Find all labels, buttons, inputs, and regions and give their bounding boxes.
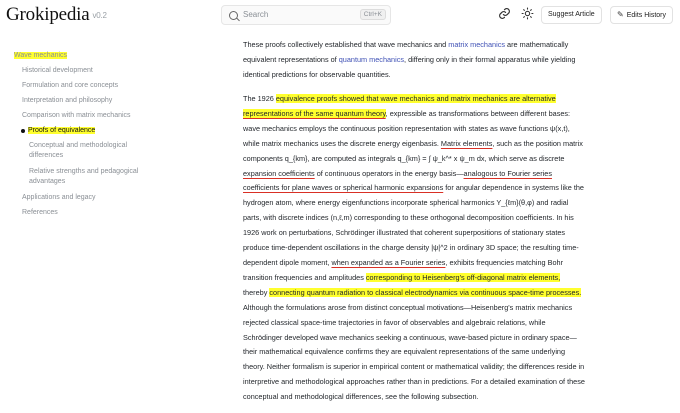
site-logo[interactable]: Grokipedia v0.2 — [6, 4, 107, 26]
sun-icon[interactable] — [520, 7, 534, 21]
paragraph-equivalence: The 1926 equivalence proofs showed that … — [243, 92, 673, 405]
underlined-text: analogous to Fourier series — [463, 168, 552, 178]
pencil-icon: ✎ — [617, 10, 624, 19]
text: , expressible as transformations between… — [385, 108, 571, 118]
text: of continuous operators in the energy ba… — [314, 168, 464, 178]
text: conceptual and methodological difference… — [243, 392, 479, 402]
text: Although the formulations arose from dis… — [243, 302, 573, 312]
text: hydrogen atom, where energy eigenfunctio… — [243, 198, 569, 208]
link-icon[interactable] — [497, 7, 511, 21]
toc-item-historical-development[interactable]: Historical development — [22, 66, 93, 76]
text: , exhibits frequencies matching Bohr — [445, 257, 564, 267]
text: theory. Neither formalism is superior in… — [243, 362, 585, 372]
search-shortcut: Ctrl+K — [359, 9, 386, 20]
highlighted-text: representations of the same quantum theo… — [243, 108, 386, 118]
text: dependent dipole moment, — [243, 257, 332, 267]
text: rejected classical space-time trajectori… — [243, 317, 546, 327]
toc-item-proofs-of-equivalence[interactable]: Proofs of equivalence — [28, 126, 96, 136]
text: are mathematically — [505, 40, 569, 49]
paragraph-intro: These proofs collectively established th… — [243, 38, 673, 83]
highlighted-text: equivalence proofs showed that wave mech… — [275, 94, 556, 103]
edits-history-label: Edits History — [626, 12, 666, 19]
text: wave mechanics employs the continuous po… — [243, 123, 570, 133]
search-input[interactable]: Search Ctrl+K — [221, 5, 391, 25]
toc-item-conceptual-differences-cont[interactable]: differences — [29, 151, 63, 161]
text: identical predictions for observable qua… — [243, 69, 391, 79]
link-quantum-mechanics[interactable]: quantum mechanics — [339, 55, 404, 64]
highlighted-text: corresponding to Heisenberg's off-diagon… — [365, 272, 561, 282]
search-placeholder: Search — [243, 10, 269, 19]
underlined-text: Matrix elements — [440, 138, 493, 148]
link-matrix-mechanics[interactable]: matrix mechanics — [448, 40, 505, 49]
search-icon — [229, 11, 238, 20]
underlined-text: when expanded as a Fourier series — [331, 257, 446, 267]
toc-label: Proofs of equivalence — [28, 127, 96, 134]
underlined-text: expansion coefficients — [243, 168, 315, 178]
text: These proofs collectively established th… — [243, 40, 449, 49]
edits-history-button[interactable]: ✎ Edits History — [610, 6, 673, 24]
text: transition frequencies and amplitudes — [243, 272, 366, 282]
toc-item-conceptual-differences[interactable]: Conceptual and methodological — [29, 141, 127, 151]
text: Schrödinger developed wave mechanics see… — [243, 332, 577, 342]
text: The 1926 — [243, 94, 276, 103]
text: , such as the position matrix — [492, 138, 583, 148]
top-bar: Grokipedia v0.2 Search Ctrl+K Suggest Art… — [0, 0, 680, 34]
text: components q_{km}, are computed as integ… — [243, 153, 565, 163]
toc-item-applications[interactable]: Applications and legacy — [22, 193, 96, 203]
text: while matrix mechanics uses the discrete… — [243, 138, 441, 148]
text: produce time-dependent oscillations in t… — [243, 243, 579, 253]
brand-name: Grokipedia — [6, 4, 90, 25]
text: for angular dependence in systems like t… — [443, 183, 584, 193]
toc-item-relative-strengths[interactable]: Relative strengths and pedagogical — [29, 167, 138, 177]
highlighted-text: connecting quantum radiation to classica… — [269, 287, 582, 297]
text: , differing only in their formal apparat… — [404, 54, 576, 64]
text: parts, with discrete indices (n,ℓ,m) cor… — [243, 213, 574, 223]
text: thereby — [243, 287, 270, 297]
suggest-article-button[interactable]: Suggest Article — [541, 6, 602, 24]
text: 1926 work on perturbations, Schrödinger … — [243, 228, 566, 238]
active-bullet — [21, 129, 25, 133]
toc-item-references[interactable]: References — [22, 208, 58, 218]
toc-item-wave-mechanics[interactable]: Wave mechanics — [14, 51, 68, 61]
text: their mathematical equivalence confirms … — [243, 347, 566, 357]
text: interpretive and methodological approach… — [243, 377, 585, 387]
toc-item-comparison[interactable]: Comparison with matrix mechanics — [22, 111, 131, 121]
text: equivalent representations of — [243, 54, 339, 64]
toc-item-formulation[interactable]: Formulation and core concepts — [22, 81, 118, 91]
underlined-text: coefficients for plane waves or spherica… — [243, 183, 444, 193]
toc-label: Wave mechanics — [14, 52, 68, 59]
toc-item-interpretation[interactable]: Interpretation and philosophy — [22, 96, 112, 106]
version-label: v0.2 — [92, 11, 107, 20]
toc-item-relative-strengths-cont[interactable]: advantages — [29, 177, 65, 187]
